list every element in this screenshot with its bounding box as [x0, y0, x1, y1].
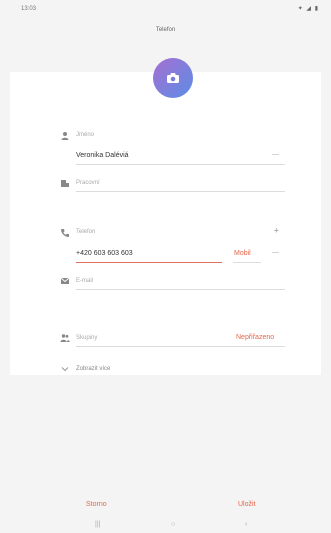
phone-type-selector[interactable]: Mobil — [234, 250, 251, 257]
name-underline — [76, 164, 285, 165]
show-more-button[interactable]: Zobrazit více — [76, 366, 110, 372]
name-field[interactable]: Veronika Daléviá — [76, 152, 129, 159]
phone-icon — [61, 229, 69, 237]
phone-type-underline — [233, 262, 261, 263]
name-label: Jméno — [76, 132, 95, 138]
add-phone-button[interactable]: + — [274, 226, 279, 235]
back-icon[interactable]: ‹ — [245, 521, 247, 528]
home-icon[interactable]: ○ — [171, 521, 175, 528]
organization-icon — [61, 180, 69, 187]
groups-field[interactable]: Skupiny — [76, 335, 97, 341]
groups-icon — [60, 334, 70, 342]
status-time: 13:03 — [21, 6, 37, 12]
email-icon — [60, 277, 70, 284]
remove-phone-button[interactable]: — — [272, 249, 279, 256]
groups-underline — [76, 346, 285, 347]
phone-number-field[interactable]: +420 603 603 603 — [76, 250, 133, 257]
camera-icon — [167, 73, 179, 83]
status-bar: 13:03 ✦ ◢ ▮ — [0, 0, 331, 18]
photo-button[interactable] — [153, 58, 193, 98]
chevron-down-icon — [61, 367, 69, 372]
screen-title: Telefon — [155, 27, 176, 33]
contact-form-card — [10, 72, 321, 375]
email-underline — [76, 289, 285, 290]
phone-label: Telefon — [76, 229, 96, 235]
expand-name-button[interactable]: — — [272, 151, 279, 158]
cancel-button[interactable]: Storno — [86, 501, 107, 508]
person-icon — [61, 132, 69, 140]
phone-underline — [76, 262, 222, 263]
email-field[interactable]: E-mail — [76, 278, 93, 284]
organization-field[interactable]: Pracovní — [76, 180, 100, 186]
save-button[interactable]: Uložit — [238, 501, 256, 508]
status-icons: ✦ ◢ ▮ — [297, 6, 319, 12]
navigation-bar: ||| ○ ‹ — [0, 521, 331, 533]
recent-apps-icon[interactable]: ||| — [95, 521, 100, 528]
organization-underline — [76, 191, 285, 192]
groups-value[interactable]: Nepřiřazeno — [236, 334, 274, 341]
